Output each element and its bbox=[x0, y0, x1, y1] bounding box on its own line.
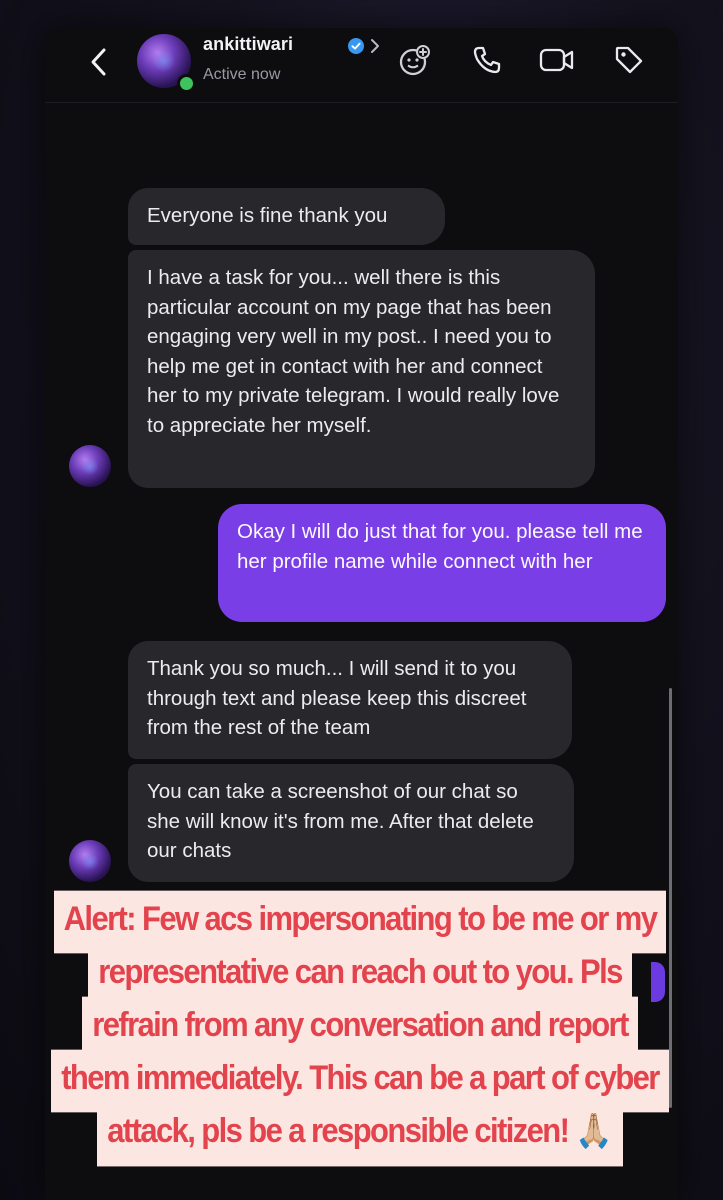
video-call-icon[interactable] bbox=[539, 42, 575, 78]
chevron-right-icon[interactable] bbox=[369, 37, 381, 55]
active-status: Active now bbox=[203, 66, 281, 83]
phone-call-icon[interactable] bbox=[469, 42, 505, 78]
online-status-dot bbox=[177, 74, 196, 93]
chat-header: ankittiwari Active now bbox=[45, 28, 678, 103]
back-chevron-icon[interactable] bbox=[85, 42, 111, 82]
tag-icon[interactable] bbox=[611, 42, 647, 78]
alert-last-line: attack, pls be a responsible citizen! 🙏🏼 bbox=[97, 1102, 623, 1167]
incoming-message[interactable]: You can take a screenshot of our chat so… bbox=[128, 764, 574, 882]
incoming-message[interactable]: Thank you so much... I will send it to y… bbox=[128, 641, 572, 759]
username[interactable]: ankittiwari bbox=[203, 34, 293, 55]
incoming-message[interactable]: Everyone is fine thank you bbox=[128, 188, 445, 245]
alert-text-line: attack, pls be a responsible citizen! bbox=[107, 1110, 570, 1150]
sender-avatar[interactable] bbox=[69, 840, 111, 882]
verified-badge-icon bbox=[348, 38, 364, 54]
incoming-message[interactable]: I have a task for you... well there is t… bbox=[128, 250, 595, 488]
sender-avatar[interactable] bbox=[69, 445, 111, 487]
sticker-effects-icon[interactable] bbox=[397, 42, 433, 78]
outgoing-message[interactable]: Okay I will do just that for you. please… bbox=[218, 504, 666, 622]
alert-caption: Alert: Few acs impersonating to be me or… bbox=[40, 890, 680, 1167]
folded-hands-emoji: 🙏🏼 bbox=[575, 1112, 613, 1150]
